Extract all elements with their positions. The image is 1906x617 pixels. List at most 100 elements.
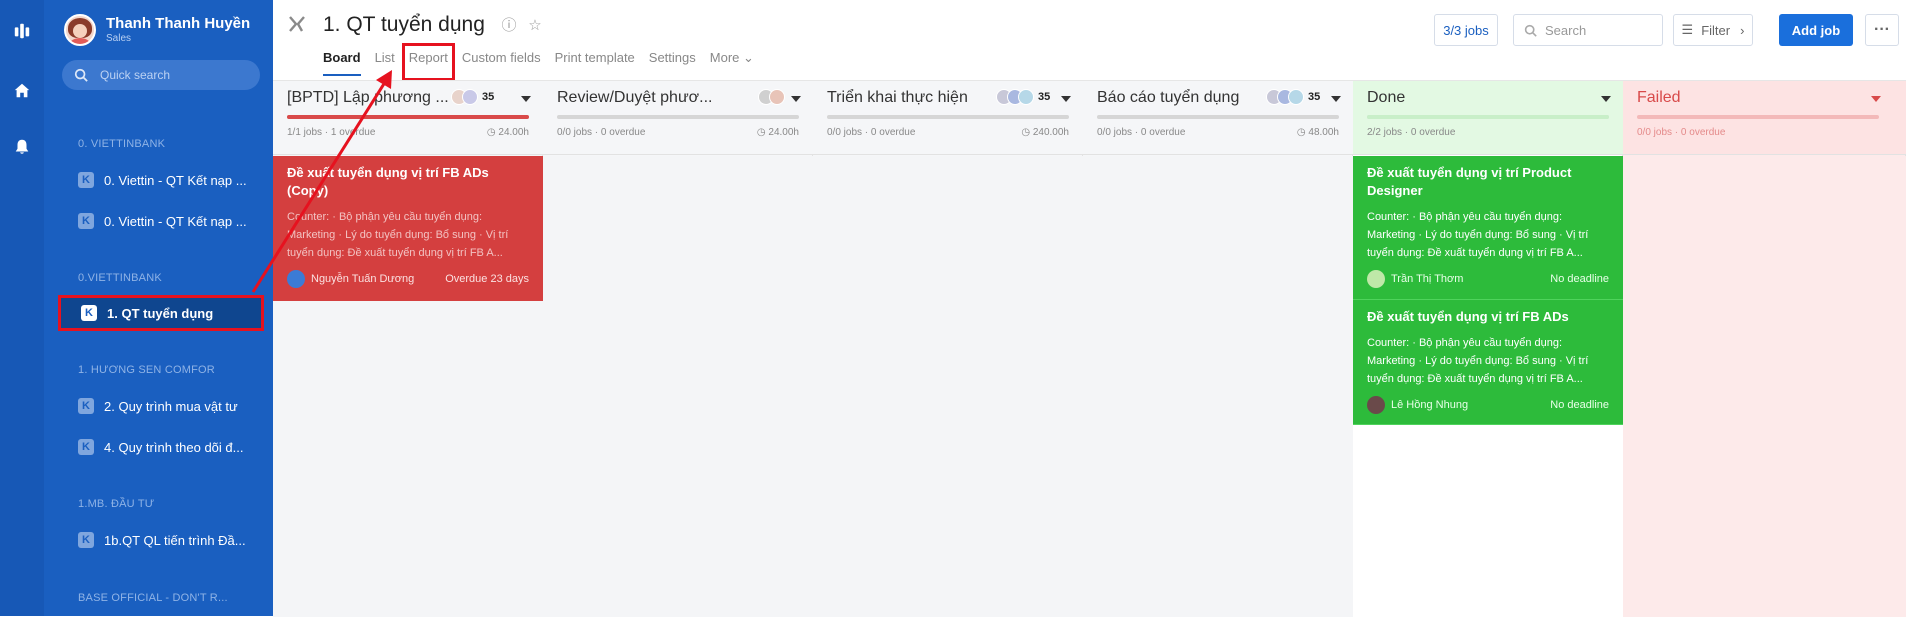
filter-icon: ☰	[1681, 22, 1694, 37]
column-body	[1623, 156, 1906, 617]
column-progress-bar	[557, 115, 799, 119]
job-card[interactable]: Đề xuất tuyển dụng vị trí FB ADs (Copy) …	[273, 156, 543, 301]
group-label[interactable]: BASE OFFICIAL - DON'T R...	[78, 592, 228, 604]
column-meta: 0/0 jobs · 0 overdue	[1637, 127, 1726, 138]
search-input[interactable]: Search	[1513, 14, 1663, 46]
quick-search-placeholder: Quick search	[100, 68, 171, 82]
process-icon: K	[78, 213, 94, 229]
user-profile[interactable]: Thanh Thanh Huyền Sales	[64, 14, 250, 46]
process-icon: K	[78, 172, 94, 188]
group-label[interactable]: 0. VIETTINBANK	[78, 138, 165, 150]
tab-settings[interactable]: Settings	[649, 50, 696, 74]
card-description: Counter: · Bộ phận yêu cầu tuyển dụng: M…	[1367, 337, 1589, 385]
clock-icon: ◷	[1021, 127, 1031, 138]
avatar	[287, 270, 305, 288]
home-icon[interactable]	[11, 80, 33, 102]
column-progress-bar	[827, 115, 1069, 119]
clock-icon: ◷	[756, 127, 766, 138]
chevron-down-icon[interactable]	[1061, 96, 1071, 102]
chevron-down-icon: ⌄	[743, 50, 754, 65]
column-meta: 0/0 jobs · 0 overdue	[1097, 127, 1186, 138]
tab-list[interactable]: List	[375, 50, 395, 74]
chevron-down-icon[interactable]	[791, 96, 801, 102]
info-icon[interactable]: ⓘ	[501, 18, 517, 34]
process-icon: K	[81, 305, 97, 321]
process-icon: K	[78, 532, 94, 548]
column-header: Báo cáo tuyển dụng 35 0/0 jobs · 0 overd…	[1083, 81, 1353, 155]
card-footer: Nguyễn Tuấn Dương Overdue 23 days	[287, 270, 529, 288]
chevron-down-icon[interactable]	[1601, 96, 1611, 102]
sidebar-item[interactable]: K 1b.QT QL tiến trình Đầ...	[58, 523, 264, 557]
column-assignees[interactable]	[758, 89, 785, 105]
more-options-button[interactable]: ···	[1865, 14, 1899, 46]
column-title[interactable]: Báo cáo tuyển dụng	[1097, 89, 1262, 107]
sidebar-item[interactable]: K 0. Viettin - QT Kết nạp ...	[58, 204, 264, 238]
column-trien-khai: Triển khai thực hiện 35 0/0 jobs · 0 ove…	[813, 81, 1083, 617]
tab-more[interactable]: More ⌄	[710, 50, 754, 74]
sidebar-item[interactable]: K 0. Viettin - QT Kết nạp ...	[58, 163, 264, 197]
chevron-down-icon[interactable]	[521, 96, 531, 102]
jobs-count-button[interactable]: 3/3 jobs	[1434, 14, 1498, 46]
tab-custom-fields[interactable]: Custom fields	[462, 50, 541, 74]
filter-button[interactable]: ☰ Filter ›	[1673, 14, 1753, 46]
job-card[interactable]: Đề xuất tuyển dụng vị trí Product Design…	[1353, 156, 1623, 300]
column-time: ◷ 48.00h	[1296, 127, 1339, 138]
add-job-button[interactable]: Add job	[1779, 14, 1853, 46]
column-review: Review/Duyệt phươ... 0/0 jobs · 0 overdu…	[543, 81, 813, 617]
column-failed: Failed 0/0 jobs · 0 overdue	[1623, 81, 1906, 617]
job-card[interactable]: Đề xuất tuyển dụng vị trí FB ADs Counter…	[1353, 300, 1623, 425]
group-label[interactable]: 1.MB. ĐẦU TƯ	[78, 498, 154, 510]
user-role: Sales	[106, 33, 132, 44]
column-assignees[interactable]: 35	[1266, 89, 1320, 105]
search-icon	[1524, 24, 1537, 37]
main-area: 1. QT tuyển dụng ⓘ ☆ Board List Report C…	[273, 0, 1906, 617]
column-progress-bar	[1097, 115, 1339, 119]
column-header: Triển khai thực hiện 35 0/0 jobs · 0 ove…	[813, 81, 1083, 155]
group-label[interactable]: 1. HƯƠNG SEN COMFOR	[78, 364, 215, 376]
card-due-status: No deadline	[1550, 273, 1609, 285]
process-icon: K	[78, 439, 94, 455]
bell-icon[interactable]	[11, 136, 33, 158]
group-label[interactable]: 0.VIETTINBANK	[78, 272, 162, 284]
column-body: Đề xuất tuyển dụng vị trí Product Design…	[1353, 156, 1623, 617]
column-meta: 0/0 jobs · 0 overdue	[827, 127, 916, 138]
column-body	[543, 156, 813, 617]
process-icon: K	[78, 398, 94, 414]
column-title[interactable]: Done	[1367, 89, 1532, 107]
star-icon[interactable]: ☆	[527, 18, 543, 34]
process-logo-icon	[289, 16, 305, 32]
avatar	[1367, 396, 1385, 414]
chevron-down-icon[interactable]	[1331, 96, 1341, 102]
user-name: Thanh Thanh Huyền	[106, 15, 251, 32]
tab-board[interactable]: Board	[323, 50, 361, 76]
column-time: ◷ 24.00h	[486, 127, 529, 138]
column-title[interactable]: [BPTD] Lập phương ...	[287, 89, 452, 107]
column-time: ◷ 240.00h	[1021, 127, 1069, 138]
chevron-down-icon[interactable]	[1871, 96, 1881, 102]
tab-print-template[interactable]: Print template	[555, 50, 635, 74]
card-due-status: No deadline	[1550, 399, 1609, 411]
column-header: Done 2/2 jobs · 0 overdue	[1353, 81, 1623, 155]
column-title[interactable]: Review/Duyệt phươ...	[557, 89, 722, 107]
column-done: Done 2/2 jobs · 0 overdue Đề xuất tuyển …	[1353, 81, 1623, 617]
sidebar-item-active[interactable]: K 1. QT tuyển dụng	[58, 295, 264, 331]
quick-search[interactable]: Quick search	[62, 60, 260, 90]
card-title: Đề xuất tuyển dụng vị trí FB ADs (Copy)	[287, 165, 489, 198]
avatar	[1367, 270, 1385, 288]
column-assignees[interactable]: 35	[996, 89, 1050, 105]
column-title[interactable]: Triển khai thực hiện	[827, 89, 992, 107]
column-title[interactable]: Failed	[1637, 89, 1802, 107]
search-placeholder: Search	[1545, 22, 1587, 38]
column-body: Đề xuất tuyển dụng vị trí FB ADs (Copy) …	[273, 156, 543, 617]
card-description: Counter: · Bộ phận yêu cầu tuyển dụng: M…	[1367, 211, 1589, 259]
app-logo-icon[interactable]	[11, 20, 33, 42]
column-meta: 0/0 jobs · 0 overdue	[557, 127, 646, 138]
tab-report[interactable]: Report	[401, 43, 455, 81]
kanban-board: [BPTD] Lập phương ... 35 1/1 jobs · 1 ov…	[273, 80, 1906, 617]
column-assignees[interactable]: 35	[451, 89, 494, 105]
sidebar-item[interactable]: K 4. Quy trình theo dõi đ...	[58, 430, 264, 464]
avatar	[64, 14, 96, 46]
sidebar-item[interactable]: K 2. Quy trình mua vật tư	[58, 389, 264, 423]
clock-icon: ◷	[486, 127, 496, 138]
icon-rail	[0, 0, 44, 616]
